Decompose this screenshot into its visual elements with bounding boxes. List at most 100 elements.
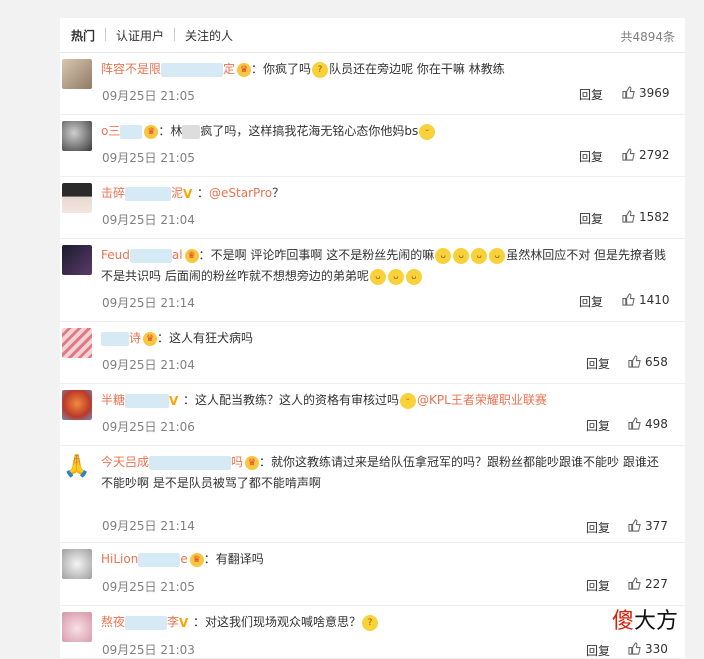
like-button[interactable]: 2792: [622, 148, 670, 162]
avatar[interactable]: [62, 121, 92, 151]
username[interactable]: 诗: [101, 331, 141, 346]
comment-text: 熬夜 李V ：对这我们现场观众喊啥意思？?: [101, 612, 681, 633]
comment-item: 半糖 V ：这人配当教练？这人的资格有审核过吗 ᵕ @KPL王者荣耀职业联赛 09月25…: [60, 384, 685, 446]
comment-time: 09月25日 21:06: [102, 420, 195, 434]
crown-badge-icon: ♛: [245, 455, 260, 470]
thumb-up-icon: [622, 86, 635, 99]
reply-button[interactable]: 回复: [586, 417, 610, 434]
mention-link[interactable]: @KPL王者荣耀职业联赛: [417, 393, 547, 407]
blurred-name: [161, 62, 224, 77]
like-count: 658: [645, 355, 668, 369]
like-button[interactable]: 330: [628, 642, 668, 656]
comment-count: 共4894条: [620, 30, 675, 44]
like-button[interactable]: 377: [628, 519, 668, 533]
like-count: 1582: [639, 210, 670, 224]
reply-button[interactable]: 回复: [579, 86, 603, 103]
mention-link[interactable]: @eStarPro: [209, 186, 272, 200]
smile-emoji-icon: ᵕ: [400, 392, 417, 409]
tab-following[interactable]: 关注的人: [185, 27, 233, 44]
thumb-up-icon: [628, 355, 641, 368]
comment-panel: 热门 认证用户 关注的人 共4894条 阵容不是限定 ♛ ：你疯了吗? 队员还在旁边呢…: [60, 18, 685, 658]
reply-button[interactable]: 回复: [586, 519, 610, 536]
thumb-up-icon: [628, 519, 641, 532]
username[interactable]: Feud al: [101, 248, 183, 263]
avatar[interactable]: [62, 183, 92, 213]
comment-time: 09月25日 21:14: [102, 519, 195, 533]
thumb-up-icon: [622, 293, 635, 306]
username[interactable]: 阵容不是限定: [101, 62, 235, 77]
watermark-logo: 傻大方: [612, 609, 679, 634]
crown-badge-icon: ♛: [237, 62, 252, 77]
blurred-name: [149, 455, 232, 470]
username[interactable]: 熬夜李: [101, 615, 179, 630]
tab-divider: [174, 28, 175, 41]
blurred-name: [138, 552, 181, 567]
like-button[interactable]: 498: [628, 417, 668, 431]
laugh-cry-emoji-icon: ᴗ: [489, 247, 506, 264]
username[interactable]: 击碎泥: [101, 186, 183, 201]
like-button[interactable]: 227: [628, 577, 668, 591]
like-count: 227: [645, 577, 668, 591]
blurred-name: [129, 248, 172, 263]
avatar[interactable]: 🙏: [62, 452, 92, 482]
thumb-up-icon: [628, 577, 641, 590]
comment-text: HiLion e ♛ ：有翻译吗: [101, 552, 264, 567]
comment-text: 击碎 泥V ：@eStarPro？: [101, 186, 285, 201]
blurred-name: [125, 393, 170, 408]
like-count: 330: [645, 642, 668, 656]
tab-hot[interactable]: 热门: [71, 27, 95, 44]
like-button[interactable]: 1410: [622, 293, 670, 307]
avatar[interactable]: [62, 549, 92, 579]
reply-button[interactable]: 回复: [579, 148, 603, 165]
like-count: 2792: [639, 148, 670, 162]
laugh-cry-emoji-icon: ᴗ: [369, 268, 386, 285]
username[interactable]: 今天吕成吗: [101, 455, 243, 470]
thumb-up-icon: [628, 417, 641, 430]
avatar[interactable]: [62, 59, 92, 89]
like-button[interactable]: 3969: [622, 86, 670, 100]
comment-text: Feud al ♛ ：不是啊 评论咋回事啊 这不是粉丝先闹的嘛 ᴗ ᴗ ᴗ ᴗ 虽然林回应不对 …: [101, 247, 667, 285]
username[interactable]: HiLion e: [101, 552, 188, 567]
thumb-up-icon: [622, 210, 635, 223]
comment-item: 击碎 泥V ：@eStarPro？ 09月25日 21:04 回复 1582: [60, 177, 685, 239]
laugh-cry-emoji-icon: ᴗ: [435, 247, 452, 264]
comment-item: 阵容不是限定 ♛ ：你疯了吗? 队员还在旁边呢 你在干嘛 林教练 09月25日 21:…: [60, 53, 685, 115]
crown-badge-icon: ♛: [144, 124, 159, 139]
comment-text: 诗 ♛ ：这人有狂犬病吗: [101, 328, 681, 349]
v-badge-icon: V: [179, 615, 189, 630]
like-count: 3969: [639, 86, 670, 100]
reply-button[interactable]: 回复: [586, 642, 610, 659]
v-badge-icon: V: [169, 393, 179, 408]
comment-time: 09月25日 21:04: [102, 358, 195, 372]
comment-item: Feud al ♛ ：不是啊 评论咋回事啊 这不是粉丝先闹的嘛 ᴗ ᴗ ᴗ ᴗ 虽然林回应不对 …: [60, 239, 685, 322]
laugh-cry-emoji-icon: ᴗ: [453, 247, 470, 264]
crown-badge-icon: ♛: [184, 248, 199, 263]
tab-verified[interactable]: 认证用户: [116, 27, 164, 44]
like-count: 377: [645, 519, 668, 533]
like-button[interactable]: 1582: [622, 210, 670, 224]
blurred-text: [182, 124, 201, 139]
blurred-name: [120, 124, 143, 139]
reply-button[interactable]: 回复: [579, 210, 603, 227]
reply-button[interactable]: 回复: [586, 577, 610, 594]
avatar[interactable]: [62, 328, 92, 358]
comment-time: 09月25日 21:05: [102, 89, 195, 103]
blurred-name: [125, 186, 172, 201]
comment-text: o三 ♛ ：林 疯了吗，这样搞我花海无铭心态你他妈bs ᵕ: [101, 121, 681, 142]
avatar[interactable]: [62, 245, 92, 275]
username[interactable]: 半糖: [101, 393, 170, 408]
comment-time: 09月25日 21:03: [102, 643, 195, 657]
avatar[interactable]: [62, 612, 92, 642]
like-button[interactable]: 658: [628, 355, 668, 369]
question-emoji-icon: ?: [362, 614, 379, 631]
crown-badge-icon: ♛: [143, 331, 158, 346]
reply-button[interactable]: 回复: [586, 355, 610, 372]
v-badge-icon: V: [183, 186, 193, 201]
username[interactable]: o三: [101, 124, 143, 139]
laugh-cry-emoji-icon: ᴗ: [387, 268, 404, 285]
comment-time: 09月25日 21:14: [102, 296, 195, 310]
avatar[interactable]: [62, 390, 92, 420]
reply-button[interactable]: 回复: [579, 293, 603, 310]
like-count: 1410: [639, 293, 670, 307]
tab-divider: [105, 28, 106, 41]
